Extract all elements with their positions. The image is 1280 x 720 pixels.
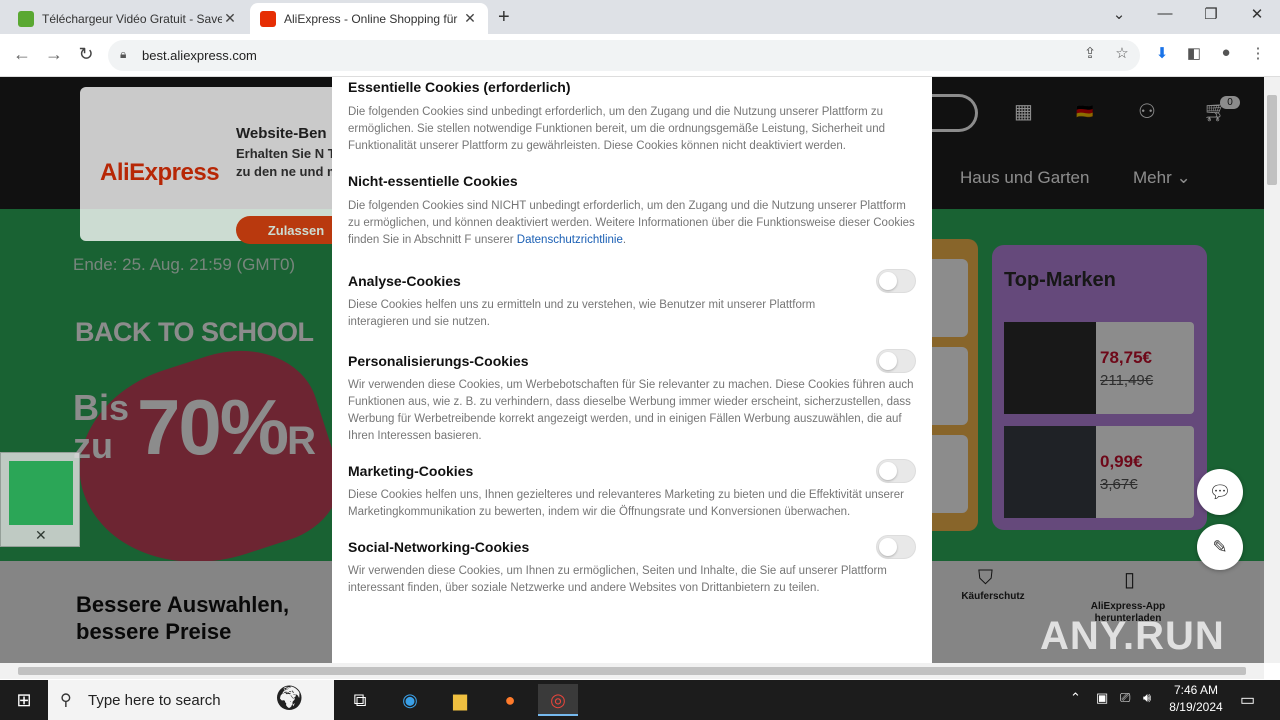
tab-title: Téléchargeur Vidéo Gratuit - Save	[42, 11, 222, 26]
taskbar-search-placeholder: Type here to search	[88, 691, 221, 709]
close-window-button[interactable]: ✕	[1242, 5, 1272, 23]
maximize-button[interactable]: ❐	[1196, 5, 1226, 23]
close-tab-icon[interactable]: ✕	[462, 10, 478, 27]
floating-video-thumbnail[interactable]: ✕	[0, 452, 80, 547]
aliexpress-favicon-icon	[260, 10, 276, 27]
section-title: Personalisierungs-Cookies	[348, 353, 529, 369]
cookie-section-essential: Essentielle Cookies (erforderlich) Die f…	[348, 77, 916, 155]
section-title: Nicht-essentielle Cookies	[348, 173, 518, 189]
tab-aliexpress[interactable]: AliExpress - Online Shopping für ✕	[250, 3, 488, 34]
search-icon: ⚲	[60, 692, 72, 709]
section-title: Essentielle Cookies (erforderlich)	[348, 79, 571, 95]
back-button[interactable]: ←	[10, 44, 34, 65]
feedback-edit-icon[interactable]: ✎	[1197, 524, 1243, 570]
address-bar[interactable]: 🔒︎ best.aliexpress.com	[108, 40, 1140, 71]
page-viewport: ▦ 🇩🇪︎ ⚇ 🛒︎ 0 Haus und Garten Mehr ⌄ Ende…	[0, 77, 1264, 663]
cookie-settings-modal: Essentielle Cookies (erforderlich) Die f…	[332, 77, 932, 663]
analytics-cookies-toggle[interactable]	[876, 269, 916, 293]
downloader-favicon-icon	[18, 10, 34, 27]
notifications-icon[interactable]: ▭	[1240, 690, 1255, 710]
clock-time: 7:46 AM	[1173, 683, 1219, 697]
minimize-button[interactable]: —	[1150, 5, 1180, 22]
section-title: Social-Networking-Cookies	[348, 539, 530, 555]
chat-icon[interactable]: 💬︎	[1197, 469, 1243, 515]
network-icon[interactable]: ⎚	[1120, 690, 1130, 706]
new-tab-button[interactable]: +	[498, 6, 510, 29]
section-description: Diese Cookies helfen uns, Ihnen gezielte…	[348, 489, 904, 518]
cookie-section-analytics: Analyse-Cookies Diese Cookies helfen uns…	[348, 269, 916, 331]
anyrun-watermark: ANY.RUN	[1040, 614, 1225, 658]
section-title: Marketing-Cookies	[348, 463, 474, 479]
taskbar-search-box[interactable]: ⚲ Type here to search 🌍︎	[48, 680, 334, 720]
reload-button[interactable]: ↻	[74, 44, 98, 65]
social-networking-cookies-toggle[interactable]	[876, 535, 916, 559]
chevron-up-icon[interactable]: ⌃	[1070, 690, 1081, 706]
cookie-section-marketing: Marketing-Cookies Diese Cookies helfen u…	[348, 459, 916, 521]
privacy-policy-link[interactable]: Datenschutzrichtlinie	[517, 234, 623, 246]
section-title: Analyse-Cookies	[348, 273, 461, 289]
url-text: best.aliexpress.com	[142, 48, 257, 63]
system-clock[interactable]: 7:46 AM 8/19/2024	[1164, 682, 1228, 716]
tab-title: AliExpress - Online Shopping für	[284, 11, 458, 26]
volume-icon[interactable]: 🔊︎	[1143, 690, 1151, 706]
section-description: Diese Cookies helfen uns zu ermitteln un…	[348, 299, 816, 328]
firefox-icon[interactable]: ●	[490, 684, 530, 716]
horizontal-scrollbar-thumb[interactable]	[18, 667, 1246, 675]
menu-kebab-icon[interactable]: ⋮	[1246, 44, 1270, 62]
thumbnail-image	[9, 461, 73, 525]
file-explorer-icon[interactable]: ▆	[440, 684, 480, 716]
section-description: Die folgenden Cookies sind NICHT unbedin…	[348, 198, 916, 249]
close-tab-icon[interactable]: ✕	[222, 10, 238, 27]
windows-start-icon[interactable]: ⊞	[0, 680, 48, 720]
personalization-cookies-toggle[interactable]	[876, 349, 916, 373]
profile-avatar-icon[interactable]: ●	[1214, 44, 1238, 61]
vertical-scrollbar-thumb[interactable]	[1267, 95, 1277, 185]
lock-icon: 🔒︎	[120, 47, 127, 61]
marketing-cookies-toggle[interactable]	[876, 459, 916, 483]
search-highlight-icon: 🌍︎	[274, 685, 305, 712]
section-description-text: Die folgenden Cookies sind NICHT unbedin…	[348, 200, 915, 246]
section-description-end: .	[622, 234, 627, 246]
close-thumbnail-icon[interactable]: ✕	[35, 527, 47, 544]
section-description: Die folgenden Cookies sind unbedingt erf…	[348, 106, 885, 152]
bookmark-star-icon[interactable]: ☆	[1110, 44, 1134, 62]
section-description: Wir verwenden diese Cookies, um Werbebot…	[348, 379, 914, 442]
cookie-section-nonessential: Nicht-essentielle Cookies Die folgenden …	[348, 173, 916, 249]
aliexpress-logo: AliExpress	[100, 159, 220, 186]
tab-search-chevron-icon[interactable]: ⌄	[1104, 5, 1134, 23]
share-icon[interactable]: ⇪	[1078, 44, 1102, 62]
tab-video-downloader[interactable]: Téléchargeur Vidéo Gratuit - Save ✕	[8, 3, 248, 34]
section-description: Wir verwenden diese Cookies, um Ihnen zu…	[348, 565, 887, 594]
forward-button[interactable]: →	[42, 44, 66, 65]
download-icon[interactable]: ⬇	[1150, 44, 1174, 62]
clock-date: 8/19/2024	[1169, 700, 1223, 714]
edge-icon[interactable]: ◉	[390, 684, 430, 716]
cookie-section-social: Social-Networking-Cookies Wir verwenden …	[348, 535, 916, 597]
task-view-icon[interactable]: ⧉	[340, 684, 380, 716]
chrome-icon[interactable]: ◎	[538, 684, 578, 716]
side-panel-icon[interactable]: ◧	[1182, 44, 1206, 62]
tray-device-icon[interactable]: ▣	[1096, 690, 1108, 706]
cookie-section-personalization: Personalisierungs-Cookies Wir verwenden …	[348, 349, 916, 445]
